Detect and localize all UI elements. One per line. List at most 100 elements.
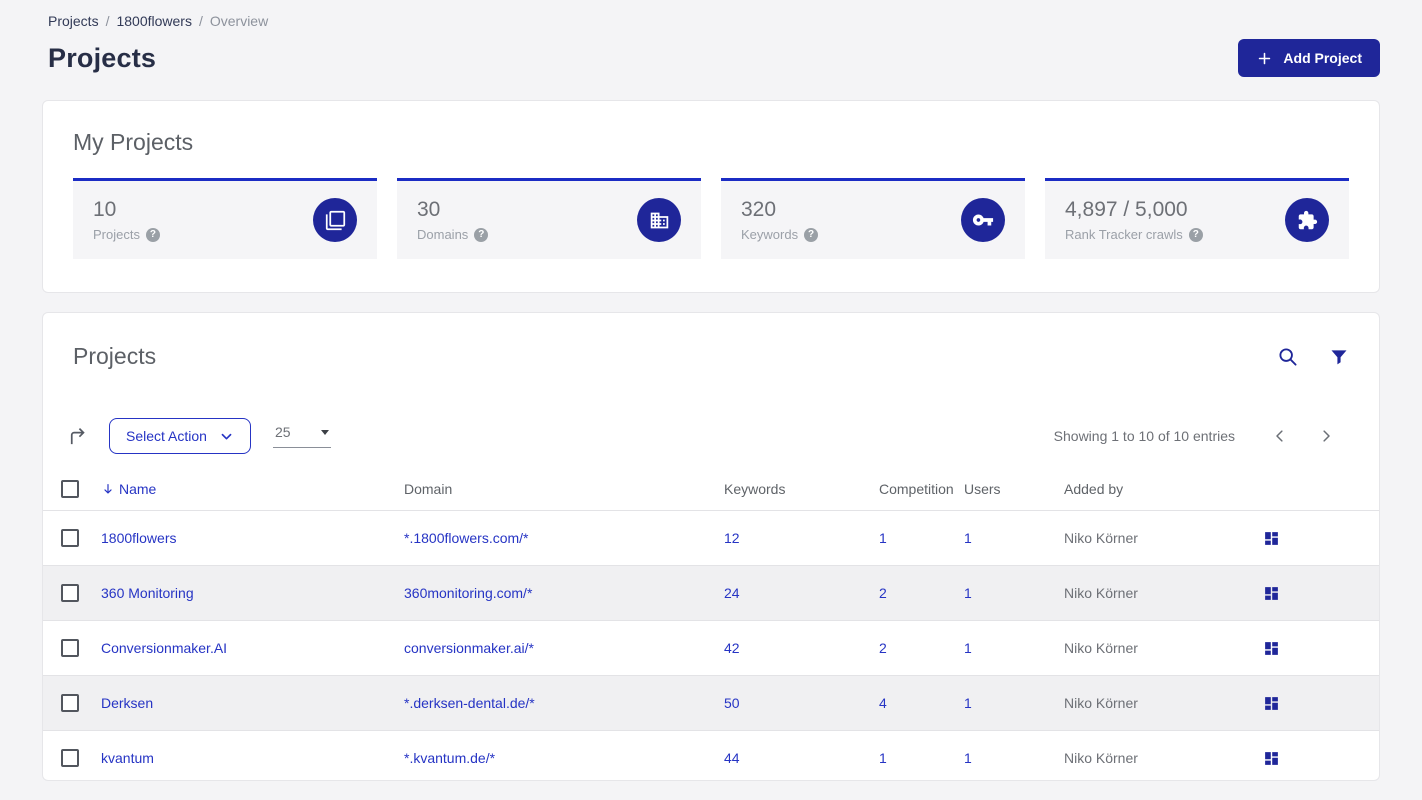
column-header-competition[interactable]: Competition (879, 481, 964, 497)
competition-value[interactable]: 1 (879, 530, 887, 546)
competition-value[interactable]: 2 (879, 585, 887, 601)
row-checkbox[interactable] (61, 584, 79, 602)
users-value[interactable]: 1 (964, 750, 972, 766)
my-projects-title: My Projects (73, 129, 194, 155)
stat-card-keywords: 320 Keywords ? (721, 178, 1025, 259)
table-row: kvantum *.kvantum.de/* 44 1 1 Niko Körne… (43, 730, 1379, 780)
stat-value: 10 (93, 198, 117, 221)
users-value[interactable]: 1 (964, 640, 972, 656)
top-bar: Projects / 1800flowers / Overview Projec… (0, 0, 1422, 77)
next-page-button[interactable] (1303, 427, 1349, 445)
project-dashboard-button[interactable] (1263, 585, 1280, 602)
row-checkbox[interactable] (61, 694, 79, 712)
keywords-stat-icon (961, 198, 1005, 242)
dashboard-icon (1263, 695, 1280, 712)
competition-value[interactable]: 1 (879, 750, 887, 766)
export-button[interactable] (66, 425, 89, 448)
prev-page-button[interactable] (1257, 427, 1303, 445)
column-header-added-by[interactable]: Added by (1064, 481, 1263, 497)
chevron-right-icon (1317, 427, 1335, 445)
breadcrumb-item-1800flowers[interactable]: 1800flowers (116, 13, 192, 29)
row-checkbox[interactable] (61, 749, 79, 767)
help-icon[interactable]: ? (145, 227, 160, 242)
caret-down-icon (320, 429, 329, 435)
table-header: Name Domain Keywords Competition Users A… (43, 468, 1379, 510)
table-body: 1800flowers *.1800flowers.com/* 12 1 1 N… (43, 510, 1379, 780)
competition-value[interactable]: 4 (879, 695, 887, 711)
row-checkbox[interactable] (61, 639, 79, 657)
row-checkbox[interactable] (61, 529, 79, 547)
added-by-text: Niko Körner (1064, 750, 1138, 766)
project-domain-link[interactable]: *.kvantum.de/* (404, 750, 495, 766)
users-value[interactable]: 1 (964, 530, 972, 546)
project-name-link[interactable]: 1800flowers (101, 530, 177, 546)
keywords-value[interactable]: 50 (724, 695, 740, 711)
keywords-value[interactable]: 12 (724, 530, 740, 546)
stat-card-crawls: 4,897 / 5,000 Rank Tracker crawls ? (1045, 178, 1349, 259)
stat-card-projects: 10 Projects ? (73, 178, 377, 259)
add-project-label: Add Project (1283, 50, 1362, 66)
dashboard-icon (1263, 585, 1280, 602)
project-domain-link[interactable]: conversionmaker.ai/* (404, 640, 534, 656)
domains-stat-icon (637, 198, 681, 242)
stat-card-domains: 30 Domains ? (397, 178, 701, 259)
dashboard-icon (1263, 640, 1280, 657)
stat-label: Projects (93, 227, 140, 242)
project-name-link[interactable]: 360 Monitoring (101, 585, 194, 601)
stat-value: 30 (417, 198, 441, 221)
filter-icon (1329, 347, 1349, 367)
project-dashboard-button[interactable] (1263, 695, 1280, 712)
users-value[interactable]: 1 (964, 585, 972, 601)
table-toolbar: Select Action 25 Showing 1 to 10 of 10 e… (43, 370, 1379, 468)
competition-value[interactable]: 2 (879, 640, 887, 656)
breadcrumb-separator: / (105, 13, 110, 29)
filter-button[interactable] (1329, 347, 1349, 367)
help-icon[interactable]: ? (474, 227, 489, 242)
page-size-value: 25 (274, 424, 291, 440)
added-by-text: Niko Körner (1064, 530, 1138, 546)
search-button[interactable] (1277, 346, 1299, 368)
column-header-name[interactable]: Name (101, 481, 404, 497)
project-name-link[interactable]: Conversionmaker.AI (101, 640, 227, 656)
table-row: Derksen *.derksen-dental.de/* 50 4 1 Nik… (43, 675, 1379, 730)
select-all-checkbox[interactable] (61, 480, 79, 498)
stat-value: 320 (741, 198, 777, 221)
stat-label: Domains (417, 227, 469, 242)
project-domain-link[interactable]: *.derksen-dental.de/* (404, 695, 535, 711)
project-dashboard-button[interactable] (1263, 530, 1280, 547)
project-domain-link[interactable]: *.1800flowers.com/* (404, 530, 529, 546)
project-name-link[interactable]: kvantum (101, 750, 154, 766)
added-by-text: Niko Körner (1064, 640, 1138, 656)
help-icon[interactable]: ? (1188, 227, 1203, 242)
plus-icon (1256, 50, 1273, 67)
project-name-link[interactable]: Derksen (101, 695, 153, 711)
select-action-button[interactable]: Select Action (109, 418, 251, 454)
project-domain-link[interactable]: 360monitoring.com/* (404, 585, 532, 601)
sort-desc-icon (101, 482, 115, 496)
chevron-left-icon (1271, 427, 1289, 445)
breadcrumb-item-projects[interactable]: Projects (48, 13, 99, 29)
projects-stat-icon (313, 198, 357, 242)
project-dashboard-button[interactable] (1263, 750, 1280, 767)
column-header-domain[interactable]: Domain (404, 481, 724, 497)
table-row: 360 Monitoring 360monitoring.com/* 24 2 … (43, 565, 1379, 620)
help-icon[interactable]: ? (804, 227, 819, 242)
project-dashboard-button[interactable] (1263, 640, 1280, 657)
add-project-button[interactable]: Add Project (1238, 39, 1380, 77)
column-header-users[interactable]: Users (964, 481, 1064, 497)
users-value[interactable]: 1 (964, 695, 972, 711)
dashboard-icon (1263, 750, 1280, 767)
page-size-select[interactable]: 25 (272, 424, 331, 448)
breadcrumb-item-overview: Overview (209, 13, 269, 29)
breadcrumb-separator: / (198, 13, 203, 29)
projects-panel: Projects Select Action 25 Showing 1 to 1… (42, 312, 1380, 781)
stat-value: 4,897 / 5,000 (1065, 198, 1188, 221)
table-row: 1800flowers *.1800flowers.com/* 12 1 1 N… (43, 510, 1379, 565)
projects-panel-title: Projects (73, 343, 157, 369)
column-header-keywords[interactable]: Keywords (724, 481, 879, 497)
stat-label: Keywords (741, 227, 799, 242)
keywords-value[interactable]: 44 (724, 750, 740, 766)
added-by-text: Niko Körner (1064, 695, 1138, 711)
keywords-value[interactable]: 42 (724, 640, 740, 656)
keywords-value[interactable]: 24 (724, 585, 740, 601)
